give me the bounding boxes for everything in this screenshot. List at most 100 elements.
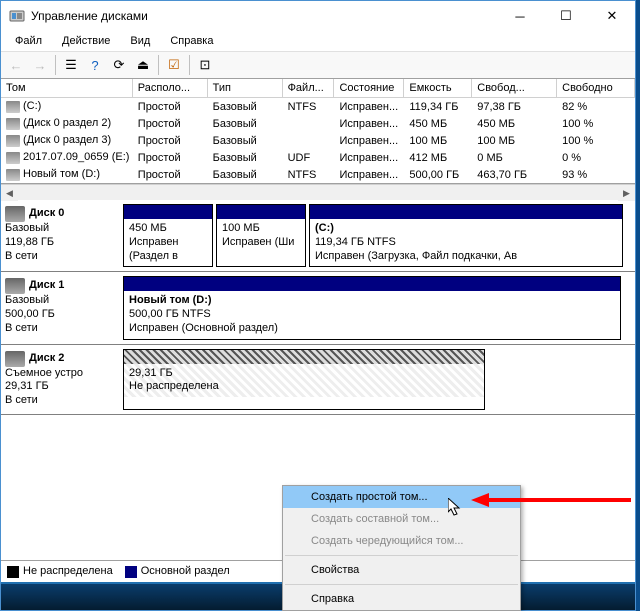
menu-properties[interactable]: Свойства [283,559,520,581]
volume-icon [6,135,20,147]
menu-help[interactable]: Справка [283,588,520,610]
refresh-button[interactable]: ⟳ [108,54,130,76]
col-filesystem[interactable]: Файл... [283,79,335,98]
cell: Простой [133,151,208,165]
cell: Исправен... [334,134,404,148]
minimize-button[interactable]: ─ [497,1,543,31]
partition[interactable]: 450 МБИсправен (Раздел в [123,204,213,267]
partition[interactable]: 100 МБИсправен (Ши [216,204,306,267]
cell [283,140,335,142]
cell: 0 МБ [472,151,557,165]
horizontal-scrollbar[interactable]: ◀ ▶ [1,184,635,200]
table-row[interactable]: 2017.07.09_0659 (E:)ПростойБазовыйUDFИсп… [1,149,635,166]
cell: Базовый [208,151,283,165]
cell: NTFS [283,168,335,182]
cell: Простой [133,100,208,114]
window-title: Управление дисками [31,9,497,23]
volume-icon [6,118,20,130]
col-volume[interactable]: Том [1,79,133,98]
col-capacity[interactable]: Емкость [404,79,472,98]
cell: 100 % [557,134,635,148]
close-button[interactable]: ✕ [589,1,635,31]
col-percent[interactable]: Свободно [557,79,635,98]
legend-unallocated: Не распределена [7,565,113,577]
cell: Новый том (D:) [1,167,133,181]
partition[interactable]: (C:)119,34 ГБ NTFSИсправен (Загрузка, Фа… [309,204,623,267]
cell: 450 МБ [472,117,557,131]
cell: Базовый [208,117,283,131]
options-button[interactable]: ⊡ [194,54,216,76]
col-free[interactable]: Свобод... [472,79,557,98]
volume-list[interactable]: Том Располо... Тип Файл... Состояние Емк… [1,79,635,184]
context-menu: Создать простой том... Создать составной… [282,485,521,611]
cell: 100 МБ [472,134,557,148]
cell: Базовый [208,100,283,114]
cell: NTFS [283,100,335,114]
disk-row: Диск 1Базовый500,00 ГБВ сетиНовый том (D… [1,272,635,344]
cell: 97,38 ГБ [472,100,557,114]
cell: Исправен... [334,168,404,182]
disk-info: Диск 1Базовый500,00 ГБВ сети [5,276,123,339]
menu-help[interactable]: Справка [160,33,223,49]
app-icon [9,8,25,24]
cell: 412 МБ [404,151,472,165]
cell: 450 МБ [404,117,472,131]
menu-view[interactable]: Вид [120,33,160,49]
volume-icon [6,101,20,113]
col-type[interactable]: Тип [208,79,283,98]
menu-create-striped-volume[interactable]: Создать чередующийся том... [283,530,520,552]
legend-primary: Основной раздел [125,565,230,577]
disk-info: Диск 0Базовый119,88 ГБВ сети [5,204,123,267]
col-layout[interactable]: Располо... [133,79,208,98]
cell: Исправен... [334,100,404,114]
menu-file[interactable]: Файл [5,33,52,49]
disk-icon [5,206,25,222]
cell: Простой [133,117,208,131]
disk-icon [5,351,25,367]
cell: Исправен... [334,117,404,131]
disk-icon [5,278,25,294]
partition[interactable]: Новый том (D:)500,00 ГБ NTFSИсправен (Ос… [123,276,621,339]
cell [283,123,335,125]
cell: UDF [283,151,335,165]
maximize-button[interactable]: ☐ [543,1,589,31]
menu-action[interactable]: Действие [52,33,120,49]
cell: Простой [133,134,208,148]
show-panel-button[interactable]: ☰ [60,54,82,76]
menubar: Файл Действие Вид Справка [1,31,635,51]
eject-button[interactable]: ⏏ [132,54,154,76]
table-row[interactable]: (Диск 0 раздел 3)ПростойБазовыйИсправен.… [1,132,635,149]
cell: Исправен... [334,151,404,165]
cell: 100 МБ [404,134,472,148]
help-button[interactable]: ? [84,54,106,76]
menu-create-simple-volume[interactable]: Создать простой том... [283,486,520,508]
volume-list-header: Том Располо... Тип Файл... Состояние Емк… [1,79,635,98]
cell: Базовый [208,134,283,148]
cell: 119,34 ГБ [404,100,472,114]
properties-button[interactable]: ☑ [163,54,185,76]
menu-create-spanned-volume[interactable]: Создать составной том... [283,508,520,530]
cell: 463,70 ГБ [472,168,557,182]
forward-button[interactable]: → [29,54,51,76]
disk-row: Диск 0Базовый119,88 ГБВ сети450 МБИсправ… [1,200,635,272]
cell: 500,00 ГБ [404,168,472,182]
cell: 100 % [557,117,635,131]
cell: (C:) [1,99,133,113]
partition[interactable]: 29,31 ГБНе распределена [123,349,485,410]
scroll-right-icon[interactable]: ▶ [618,185,635,201]
back-button[interactable]: ← [5,54,27,76]
table-row[interactable]: Новый том (D:)ПростойБазовыйNTFSИсправен… [1,166,635,183]
volume-icon [6,169,20,181]
disk-row: Диск 2Съемное устро29,31 ГБВ сети29,31 Г… [1,345,635,415]
cell: (Диск 0 раздел 2) [1,116,133,130]
table-row[interactable]: (Диск 0 раздел 2)ПростойБазовый Исправен.… [1,115,635,132]
col-status[interactable]: Состояние [334,79,404,98]
titlebar[interactable]: Управление дисками ─ ☐ ✕ [1,1,635,31]
cell: Базовый [208,168,283,182]
toolbar: ← → ☰ ? ⟳ ⏏ ☑ ⊡ [1,51,635,79]
cell: 93 % [557,168,635,182]
table-row[interactable]: (C:)ПростойБазовыйNTFSИсправен...119,34 … [1,98,635,115]
cell: 0 % [557,151,635,165]
scroll-left-icon[interactable]: ◀ [1,185,18,201]
cell: Простой [133,168,208,182]
